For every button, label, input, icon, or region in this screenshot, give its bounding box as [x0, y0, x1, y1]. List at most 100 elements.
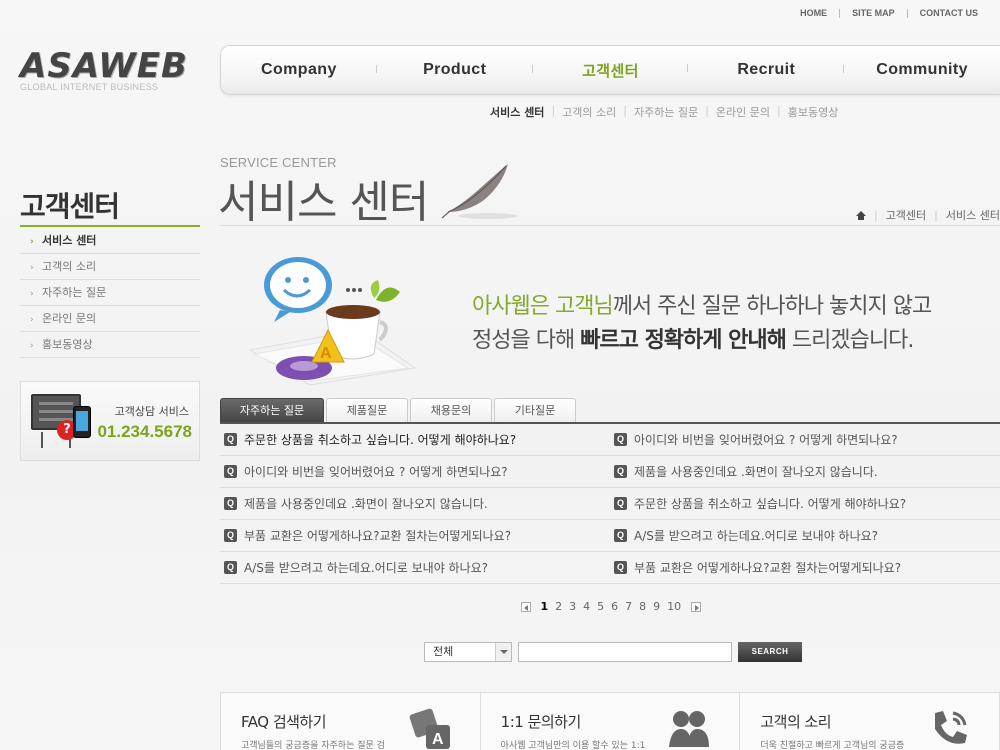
sidebar-title: 고객센터 [20, 190, 120, 223]
page-number[interactable]: 9 [653, 600, 660, 613]
question-icon: Q [224, 465, 237, 478]
main-nav: Company Product 고객센터 Recruit Community [220, 45, 1000, 95]
pagination: 1 2 3 4 5 6 7 8 9 10 [515, 600, 707, 613]
subnav-customer-voice[interactable]: 고객의 소리 [562, 104, 616, 120]
faq-item[interactable]: Q 주문한 상품을 취소하고 싶습니다. 어떻게 해야하나요? [610, 488, 1000, 519]
sidebar-item-label: 서비스 센터 [42, 234, 97, 247]
sidebar-item-faq[interactable]: › 자주하는 질문 [20, 280, 200, 306]
page-number[interactable]: 5 [597, 600, 604, 613]
faq-row: Q A/S를 받으려고 하는데요.어디로 보내야 하나요? Q 부품 교환은 어떻게… [220, 552, 1000, 584]
sub-nav: 서비스 센터 | 고객의 소리 | 자주하는 질문 | 온라인 문의 | 홍보동… [490, 104, 838, 120]
page-number[interactable]: 3 [569, 600, 576, 613]
tab-faq[interactable]: 자주하는 질문 [220, 398, 324, 423]
page-number[interactable]: 10 [667, 600, 681, 613]
faq-item[interactable]: Q 아이디와 비번을 잊어버렸어요 ? 어떻게 하면되나요? [220, 456, 610, 487]
next-page-button[interactable] [690, 601, 701, 612]
faq-row: Q 주문한 상품을 취소하고 싶습니다. 어떻게 해야하나요? Q 아이디와 비번을… [220, 424, 1000, 456]
divider: | [623, 104, 627, 117]
home-icon[interactable] [855, 210, 866, 220]
chevron-right-icon: › [30, 341, 34, 351]
search-scope-select[interactable]: 전체 [424, 642, 512, 662]
search-input[interactable] [518, 642, 732, 662]
sidebar-item-service-center[interactable]: › 서비스 센터 [20, 228, 200, 254]
divider: | [705, 104, 709, 117]
divider [220, 225, 1000, 226]
quick-link-desc: 더욱 친절하고 빠르게 고객님의 궁금증을 해결해 드리겠습니다 [760, 741, 905, 750]
faq-item[interactable]: Q A/S를 받으려고 하는데요.어디로 보내야 하나요? [610, 520, 1000, 551]
sidebar-item-label: 자주하는 질문 [42, 286, 107, 299]
faq-item[interactable]: Q 부품 교환은 어떻게하나요?교환 절차는어떻게되나요? [610, 552, 1000, 583]
page-number[interactable]: 8 [639, 600, 646, 613]
quick-links: FAQ 검색하기 고객님들의 궁금증을 자주하는 질문 검색하기로 알아보세요 … [220, 692, 1000, 750]
letter-a-icon: A [320, 345, 332, 362]
tab-recruit-inquiry[interactable]: 채용문의 [410, 398, 492, 423]
quick-link-one-to-one[interactable]: 1:1 문의하기 아사웹 고객님만의 이용 할수 있는 1:1 맞춤 상담 서비… [480, 692, 741, 750]
nav-customer-center[interactable]: 고객센터 [533, 60, 689, 81]
faq-question: 부품 교환은 어떻게하나요?교환 절차는어떻게되나요? [634, 561, 902, 575]
faq-item[interactable]: Q 아이디와 비번을 잊어버렸어요 ? 어떻게 하면되나요? [610, 424, 1000, 455]
question-icon: Q [614, 561, 627, 574]
faq-item[interactable]: Q 주문한 상품을 취소하고 싶습니다. 어떻게 해야하나요? [220, 424, 610, 455]
quick-link-customer-voice[interactable]: 고객의 소리 더욱 친절하고 빠르게 고객님의 궁금증을 해결해 드리겠습니다 [740, 692, 1000, 750]
subnav-service-center[interactable]: 서비스 센터 [490, 104, 544, 120]
tab-product-questions[interactable]: 제품질문 [326, 398, 408, 423]
page-number[interactable]: 1 [541, 600, 549, 613]
faq-row: Q 제품을 사용중인데요 .화면이 잘나오지 않습니다. Q 주문한 상품을 취소하… [220, 488, 1000, 520]
faq-question: 부품 교환은 어떻게하나요?교환 절차는어떻게되나요? [244, 529, 512, 543]
faq-item[interactable]: Q A/S를 받으려고 하는데요.어디로 보내야 하나요? [220, 552, 610, 583]
customer-service-illustration: A [248, 257, 417, 386]
page-number[interactable]: 4 [583, 600, 590, 613]
page-number[interactable]: 6 [611, 600, 618, 613]
nav-recruit[interactable]: Recruit [688, 61, 844, 79]
divider: | [934, 208, 938, 222]
divider: | [551, 104, 556, 117]
util-contact-link[interactable]: CONTACT US [908, 8, 990, 18]
breadcrumb-item[interactable]: 고객센터 [886, 207, 926, 223]
breadcrumb: | 고객센터 | 서비스 센터 [855, 207, 1000, 223]
divider: | [777, 104, 781, 117]
subnav-promo-video[interactable]: 홍보동영상 [788, 104, 839, 120]
sidebar-item-online-inquiry[interactable]: › 온라인 문의 [20, 306, 200, 332]
quick-link-desc: 아사웹 고객님만의 이용 할수 있는 1:1 맞춤 상담 서비스입니다 [500, 741, 646, 750]
utility-nav: HOME SITE MAP CONTACT US [788, 8, 990, 18]
page-number[interactable]: 2 [555, 600, 562, 613]
subnav-faq[interactable]: 자주하는 질문 [634, 104, 698, 120]
sidebar-item-label: 홍보동영상 [42, 338, 93, 351]
sidebar-item-label: 고객의 소리 [42, 260, 97, 273]
faq-item[interactable]: Q 부품 교환은 어떻게하나요?교환 절차는어떻게되나요? [220, 520, 610, 551]
sidebar-item-promo-video[interactable]: › 홍보동영상 [20, 332, 200, 358]
question-icon: Q [614, 433, 627, 446]
subnav-online-inquiry[interactable]: 온라인 문의 [716, 104, 770, 120]
faq-question: 주문한 상품을 취소하고 싶습니다. 어떻게 해야하나요? [634, 497, 907, 511]
chevron-right-icon: › [30, 237, 34, 247]
chevron-right-icon: › [30, 289, 34, 299]
faq-item[interactable]: Q 제품을 사용중인데요 .화면이 잘나오지 않습니다. [220, 488, 610, 519]
svg-text:A: A [432, 731, 444, 748]
site-logo[interactable]: ASAWEB GLOBAL INTERNET BUSINESS [20, 48, 188, 92]
question-icon: Q [614, 529, 627, 542]
faq-tabs: 자주하는 질문 제품질문 채용문의 기타질문 [220, 398, 576, 423]
banner-text: 께서 주신 질문 하나하나 놓치지 않고 [612, 294, 933, 319]
sidebar-item-customer-voice[interactable]: › 고객의 소리 [20, 254, 200, 280]
nav-product[interactable]: Product [377, 61, 533, 79]
quick-link-faq-search[interactable]: FAQ 검색하기 고객님들의 궁금증을 자주하는 질문 검색하기로 알아보세요 … [220, 692, 481, 750]
call-center-number: 01.234.5678 [97, 422, 192, 441]
faq-question: 제품을 사용중인데요 .화면이 잘나오지 않습니다. [634, 465, 878, 479]
consultation-people-icon [669, 711, 710, 747]
page-number[interactable]: 7 [625, 600, 632, 613]
tab-other-questions[interactable]: 기타질문 [494, 398, 576, 423]
prev-page-button[interactable] [521, 601, 531, 612]
nav-community[interactable]: Community [844, 61, 1000, 79]
qa-card-icon: A [409, 708, 450, 749]
chevron-right-icon: › [30, 315, 34, 325]
nav-company[interactable]: Company [221, 61, 377, 79]
call-center-banner[interactable]: ? 고객상담 서비스 01.234.5678 [20, 381, 200, 461]
banner-line-2: 정성을 다해 빠르고 정확하게 안내해 드리겠습니다. [472, 324, 931, 358]
util-sitemap-link[interactable]: SITE MAP [840, 8, 907, 18]
util-home-link[interactable]: HOME [788, 8, 839, 18]
banner-line-1: 아사웹은 고객님께서 주신 질문 하나하나 놓치지 않고 [472, 290, 933, 324]
question-icon: Q [224, 433, 237, 446]
page: HOME SITE MAP CONTACT US ASAWEB GLOBAL I… [0, 0, 1000, 750]
search-button[interactable]: SEARCH [738, 642, 802, 662]
faq-item[interactable]: Q 제품을 사용중인데요 .화면이 잘나오지 않습니다. [610, 456, 1000, 487]
